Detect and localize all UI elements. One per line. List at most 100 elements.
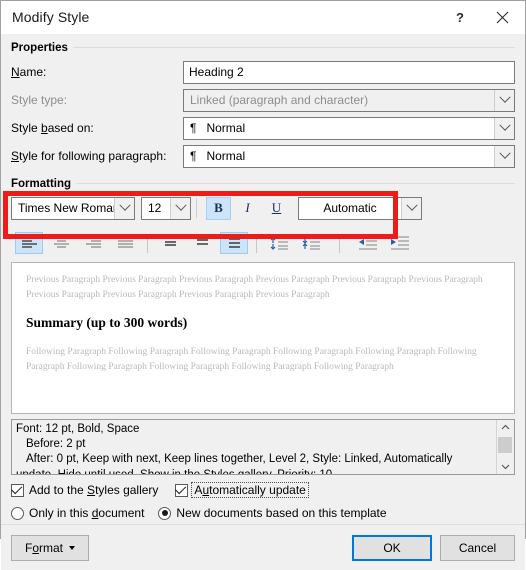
style-preview: Previous Paragraph Previous Paragraph Pr… bbox=[11, 262, 515, 414]
toolbar-separator bbox=[339, 233, 340, 253]
only-this-document-radio[interactable] bbox=[11, 506, 24, 520]
decrease-indent-button[interactable] bbox=[354, 232, 382, 254]
chevron-down-icon[interactable] bbox=[114, 197, 134, 219]
properties-group: Properties Name: Style type: Linked (par… bbox=[11, 40, 515, 168]
name-input[interactable] bbox=[183, 60, 515, 84]
chevron-down-icon[interactable] bbox=[170, 197, 190, 219]
font-size-value: 12 bbox=[148, 201, 162, 215]
caret-down-icon bbox=[69, 545, 76, 550]
align-center-button[interactable] bbox=[47, 232, 75, 254]
name-row: Name: bbox=[11, 60, 515, 84]
style-based-on-combo[interactable]: ¶ Normal bbox=[183, 116, 515, 140]
ok-button[interactable]: OK bbox=[352, 534, 432, 561]
pilcrow-icon: ¶ bbox=[190, 121, 197, 135]
group-divider-formatting bbox=[11, 183, 515, 184]
name-label: Name: bbox=[11, 65, 47, 79]
close-button[interactable] bbox=[479, 2, 525, 33]
toolbar-separator bbox=[256, 233, 257, 253]
align-left-button[interactable] bbox=[15, 232, 43, 254]
cancel-button[interactable]: Cancel bbox=[440, 534, 515, 561]
line-spacing-double-icon bbox=[228, 238, 240, 248]
scroll-track[interactable] bbox=[497, 435, 514, 459]
align-justify-button[interactable] bbox=[111, 232, 139, 254]
modify-style-dialog: Modify Style ? Properties Name: Style ty… bbox=[0, 0, 526, 570]
scroll-up-button[interactable] bbox=[497, 420, 514, 435]
align-right-button[interactable] bbox=[79, 232, 107, 254]
toolbar-separator bbox=[196, 198, 197, 218]
decrease-paragraph-spacing-button[interactable] bbox=[265, 232, 293, 254]
scroll-thumb[interactable] bbox=[498, 437, 512, 453]
italic-button[interactable]: I bbox=[235, 197, 260, 220]
group-divider-properties bbox=[11, 47, 515, 48]
align-justify-icon bbox=[117, 237, 133, 248]
pilcrow-icon: ¶ bbox=[190, 149, 197, 163]
chevron-down-icon[interactable] bbox=[401, 197, 421, 219]
chevron-down-icon[interactable] bbox=[494, 117, 514, 139]
style-type-combo: Linked (paragraph and character) bbox=[183, 88, 515, 112]
font-name-combo[interactable]: Times New Romar bbox=[11, 196, 135, 220]
bold-button[interactable]: B bbox=[206, 196, 231, 220]
dialog-body: Properties Name: Style type: Linked (par… bbox=[1, 34, 525, 524]
increase-paragraph-spacing-button[interactable] bbox=[297, 232, 325, 254]
underline-button[interactable]: U bbox=[264, 197, 289, 220]
line-spacing-single-button[interactable] bbox=[156, 232, 184, 254]
chevron-down-icon bbox=[494, 89, 514, 111]
formatting-group: Formatting Times New Romar 12 B I U Auto… bbox=[3, 176, 515, 524]
line-spacing-1-5-button[interactable] bbox=[188, 232, 216, 254]
style-following-combo[interactable]: ¶ Normal bbox=[183, 144, 515, 168]
radio-row: Only in this document New documents base… bbox=[11, 502, 515, 524]
font-size-combo[interactable]: 12 bbox=[141, 196, 191, 220]
chevron-up-icon bbox=[501, 424, 510, 430]
new-documents-radio[interactable] bbox=[158, 506, 172, 520]
help-button[interactable]: ? bbox=[441, 2, 479, 33]
font-color-combo[interactable]: Automatic bbox=[298, 196, 422, 220]
style-following-row: Style for following paragraph: ¶ Normal bbox=[11, 144, 515, 168]
new-documents-label[interactable]: New documents based on this template bbox=[176, 506, 386, 520]
increase-indent-button[interactable] bbox=[386, 232, 414, 254]
properties-group-label: Properties bbox=[11, 42, 73, 54]
formatting-controls: Times New Romar 12 B I U Automatic bbox=[3, 191, 515, 239]
format-button[interactable]: Format bbox=[11, 534, 89, 561]
toolbar-separator bbox=[147, 233, 148, 253]
add-to-gallery-checkbox[interactable] bbox=[10, 482, 24, 497]
style-based-on-row: Style based on: ¶ Normal bbox=[11, 116, 515, 140]
description-line-4: update, Hide until used, Show in the Sty… bbox=[16, 469, 332, 474]
style-type-label: Style type: bbox=[11, 93, 68, 107]
line-spacing-single-icon bbox=[164, 241, 176, 246]
add-to-gallery-label[interactable]: Add to the Styles gallery bbox=[29, 483, 158, 497]
align-left-icon bbox=[21, 237, 37, 248]
align-center-icon bbox=[53, 237, 69, 248]
formatting-group-label: Formatting bbox=[11, 178, 77, 190]
style-type-row: Style type: Linked (paragraph and charac… bbox=[11, 88, 515, 112]
chevron-down-icon bbox=[501, 464, 510, 470]
only-this-document-label[interactable]: Only in this document bbox=[29, 506, 144, 520]
font-color-value: Automatic bbox=[323, 201, 377, 215]
increase-indent-icon bbox=[391, 236, 409, 250]
style-based-on-value: Normal bbox=[206, 121, 246, 135]
font-toolbar: Times New Romar 12 B I U Automatic bbox=[11, 195, 515, 221]
close-icon bbox=[496, 11, 508, 23]
style-following-label: Style for following paragraph: bbox=[11, 149, 167, 163]
description-line-3: After: 0 pt, Keep with next, Keep lines … bbox=[26, 453, 453, 466]
paragraph-toolbar bbox=[11, 229, 515, 257]
dialog-title: Modify Style bbox=[12, 9, 90, 25]
chevron-down-icon[interactable] bbox=[494, 145, 514, 167]
checkbox-row: Add to the Styles gallery Automatically … bbox=[10, 479, 515, 501]
automatically-update-checkbox[interactable] bbox=[174, 482, 189, 497]
increase-paragraph-spacing-icon bbox=[302, 236, 320, 250]
style-following-value: Normal bbox=[206, 149, 246, 163]
automatically-update-label[interactable]: Automatically update bbox=[191, 482, 309, 498]
preview-heading: Summary (up to 300 words) bbox=[26, 315, 188, 331]
decrease-indent-icon bbox=[359, 236, 377, 250]
style-type-value: Linked (paragraph and character) bbox=[190, 93, 369, 107]
description-scrollbar[interactable] bbox=[496, 420, 514, 474]
format-button-label: Format bbox=[24, 540, 64, 555]
scroll-down-button[interactable] bbox=[497, 459, 514, 474]
style-description-box: Font: 12 pt, Bold, Space Before: 2 pt Af… bbox=[11, 419, 515, 475]
dialog-footer: Format OK Cancel bbox=[1, 524, 525, 570]
style-based-on-label: Style based on: bbox=[11, 121, 94, 135]
line-spacing-double-button[interactable] bbox=[220, 232, 248, 254]
font-name-value: Times New Romar bbox=[18, 201, 114, 215]
description-line-1: Font: 12 pt, Bold, Space bbox=[16, 423, 140, 435]
align-right-icon bbox=[85, 237, 101, 248]
